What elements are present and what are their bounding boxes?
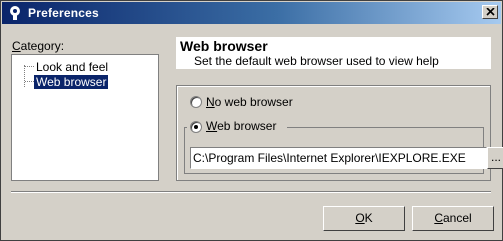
tree-connector (25, 81, 34, 82)
browse-button[interactable]: ... (487, 147, 503, 169)
tree-connector (24, 65, 25, 87)
no-web-browser-radio[interactable] (190, 96, 202, 108)
preferences-dialog: Preferences Category: Look and feel Web … (0, 0, 503, 241)
no-web-browser-label[interactable]: No web browser (206, 95, 293, 109)
category-tree[interactable]: Look and feel Web browser (11, 54, 159, 181)
web-browser-group-legend: Web browser (187, 119, 287, 133)
tree-item-web-browser[interactable]: Web browser (34, 75, 109, 89)
web-browser-label[interactable]: Web browser (206, 119, 276, 133)
ok-button[interactable]: OK (323, 206, 405, 231)
tree-item-look-and-feel[interactable]: Look and feel (34, 60, 110, 74)
button-separator (11, 191, 491, 193)
window-title: Preferences (28, 6, 99, 20)
panel-title: Web browser (180, 38, 268, 54)
close-icon (486, 8, 495, 16)
cancel-button[interactable]: Cancel (412, 206, 494, 231)
category-label: Category: (12, 39, 65, 53)
tree-connector (25, 66, 34, 67)
panel-description: Set the default web browser used to view… (194, 54, 439, 68)
close-button[interactable] (482, 5, 498, 19)
app-icon (7, 5, 23, 21)
web-browser-radio[interactable] (190, 121, 202, 133)
panel-header: Web browser Set the default web browser … (176, 37, 491, 69)
radio-selected-dot (194, 125, 198, 129)
browser-path-input[interactable]: C:\Program Files\Internet Explorer\IEXPL… (190, 147, 487, 169)
title-bar[interactable]: Preferences (2, 2, 501, 24)
